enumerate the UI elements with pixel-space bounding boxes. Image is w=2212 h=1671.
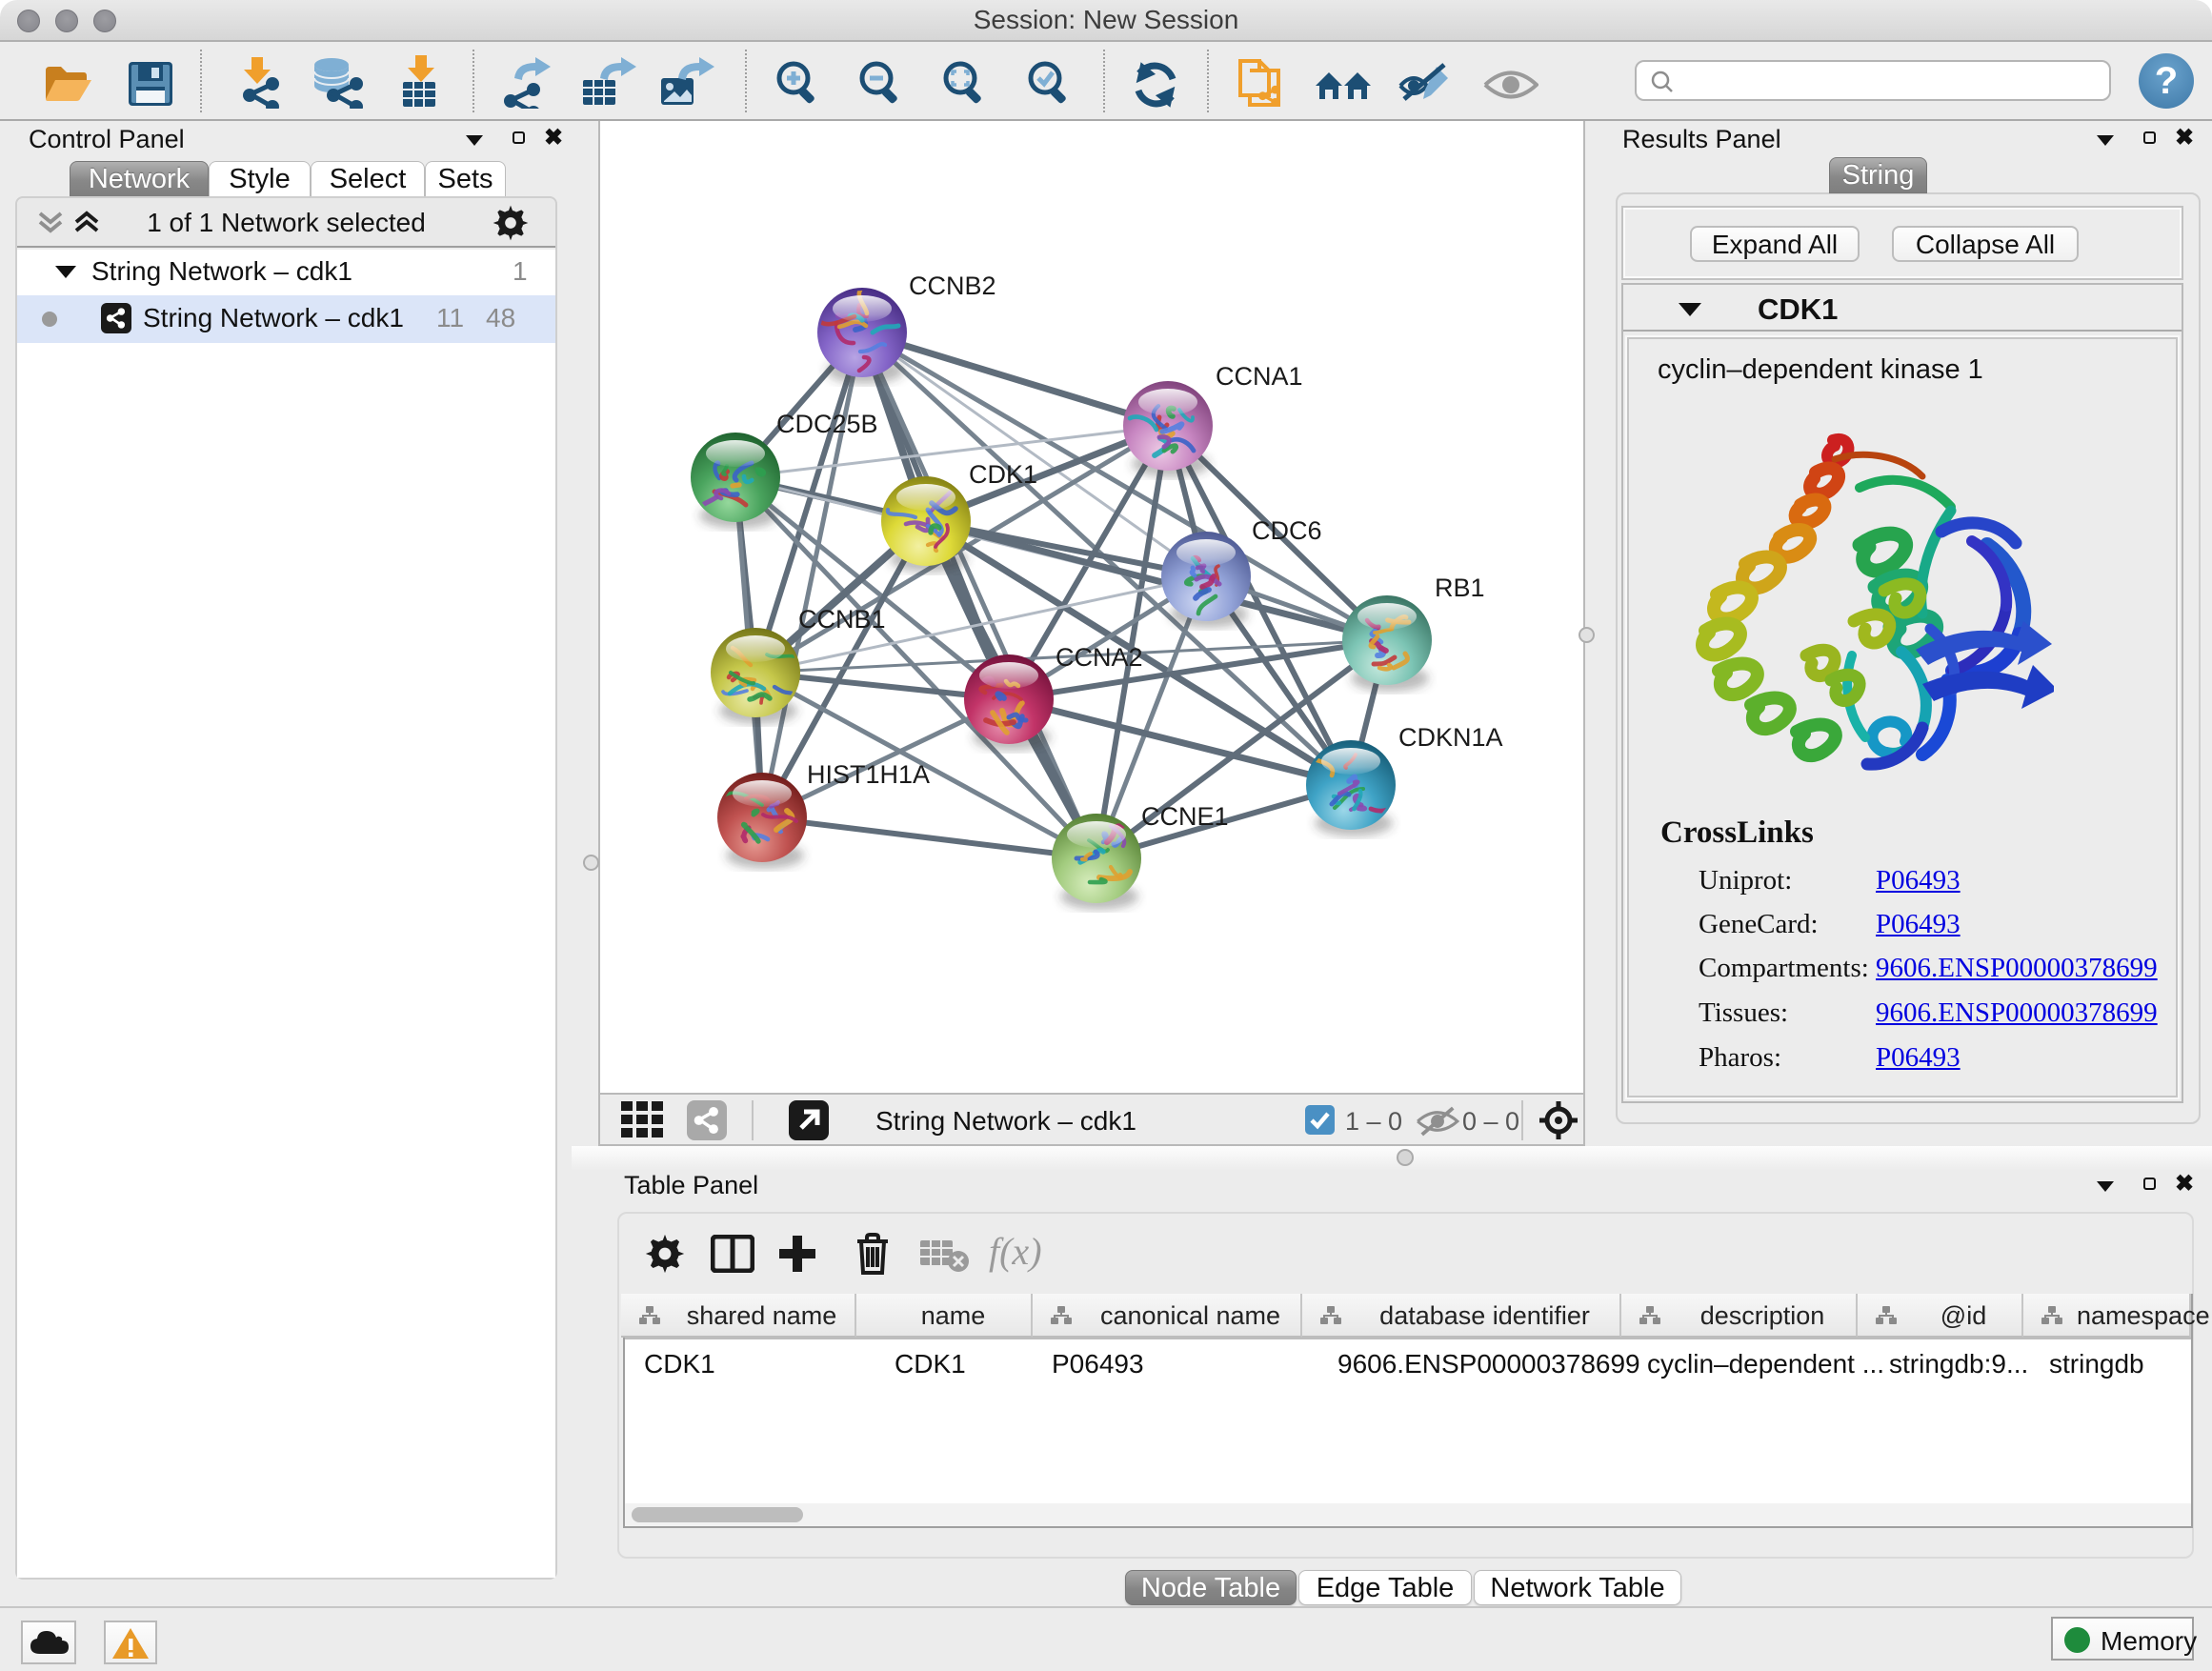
svg-text:CCNB2: CCNB2: [909, 272, 996, 300]
svg-text:CDKN1A: CDKN1A: [1398, 723, 1503, 752]
svg-text:CCNB1: CCNB1: [798, 605, 886, 634]
svg-text:CCNA1: CCNA1: [1216, 362, 1303, 391]
svg-text:CDC6: CDC6: [1252, 516, 1322, 545]
svg-text:CCNA2: CCNA2: [1056, 643, 1143, 672]
svg-text:HIST1H1A: HIST1H1A: [807, 760, 930, 789]
svg-text:RB1: RB1: [1435, 574, 1485, 602]
svg-text:CDK1: CDK1: [969, 460, 1037, 489]
svg-text:CDC25B: CDC25B: [776, 410, 878, 438]
svg-text:CCNE1: CCNE1: [1141, 802, 1229, 831]
